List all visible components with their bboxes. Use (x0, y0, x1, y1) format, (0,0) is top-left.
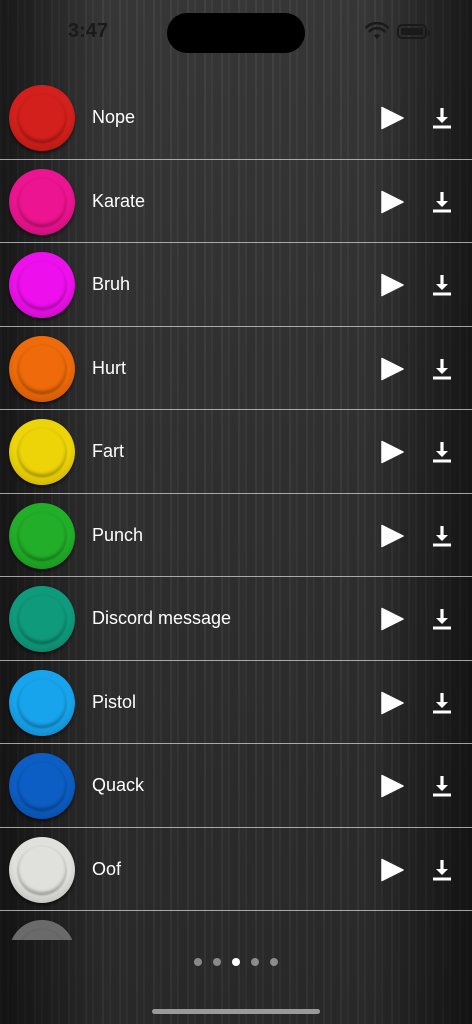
sound-button[interactable] (9, 586, 75, 652)
home-indicator[interactable] (152, 1009, 320, 1014)
play-icon[interactable] (380, 524, 404, 548)
sound-button[interactable] (9, 753, 75, 819)
sound-button-cap (18, 929, 66, 940)
sound-button[interactable] (9, 836, 75, 903)
sound-button[interactable] (9, 168, 75, 235)
sound-name: Karate (92, 190, 146, 211)
page-dot[interactable] (270, 958, 278, 966)
play-icon[interactable] (380, 858, 404, 882)
sound-name: Fart (92, 441, 125, 461)
play-icon[interactable] (380, 440, 404, 464)
sound-button-cap (18, 678, 66, 727)
sound-button-cap (18, 344, 66, 393)
play-icon[interactable] (380, 691, 404, 715)
play-icon[interactable] (380, 106, 404, 130)
play-icon[interactable] (380, 190, 404, 214)
sound-button[interactable] (9, 85, 75, 151)
sound-row[interactable]: Punch (0, 494, 472, 577)
page-dot[interactable] (194, 958, 202, 966)
download-icon[interactable] (430, 440, 454, 464)
play-icon[interactable] (380, 774, 404, 798)
sound-button-cap (18, 762, 66, 810)
sound-button-cap (18, 595, 66, 643)
page-dot-active[interactable] (232, 958, 240, 966)
sound-button[interactable] (9, 419, 75, 485)
download-icon[interactable] (430, 774, 454, 798)
sound-button-cap (18, 94, 66, 142)
sound-name: Punch (92, 524, 144, 545)
sound-name: Oof (92, 858, 122, 879)
sound-row[interactable]: Fart (0, 410, 472, 494)
sound-row-partial[interactable] (0, 911, 472, 940)
status-time: 3:47 (68, 20, 109, 42)
sound-name: Discord message (92, 608, 232, 628)
sound-row[interactable]: Oof (0, 828, 472, 911)
download-icon[interactable] (430, 858, 454, 882)
download-icon[interactable] (430, 607, 454, 631)
sound-name: Pistol (92, 691, 137, 712)
sound-list[interactable]: Nope Karate Bruh Hurt Fart Punch Discord messa… (0, 76, 472, 940)
page-control[interactable] (0, 958, 472, 970)
sound-name: Nope (92, 107, 136, 127)
play-icon[interactable] (380, 273, 404, 297)
sound-row[interactable]: Karate (0, 160, 472, 243)
sound-name: Bruh (92, 274, 131, 294)
sound-row[interactable]: Pistol (0, 661, 472, 744)
sound-row[interactable]: Quack (0, 744, 472, 828)
play-icon[interactable] (380, 357, 404, 381)
play-icon[interactable] (380, 607, 404, 631)
sound-button-cap (18, 428, 66, 476)
download-icon[interactable] (430, 524, 454, 548)
download-icon[interactable] (430, 691, 454, 715)
sound-row[interactable]: Bruh (0, 243, 472, 327)
sound-name: Hurt (92, 357, 127, 378)
wifi-icon (365, 22, 389, 39)
sound-button[interactable] (9, 669, 75, 736)
sound-row[interactable]: Nope (0, 76, 472, 160)
status-bar: 3:47 (0, 0, 472, 64)
page-dot[interactable] (213, 958, 221, 966)
sound-button[interactable] (9, 502, 75, 569)
sound-button-cap (18, 177, 66, 226)
sound-name: Quack (92, 775, 145, 795)
dynamic-island (167, 13, 305, 53)
sound-row[interactable]: Discord message (0, 577, 472, 661)
sound-button-cap (18, 511, 66, 560)
sound-button[interactable] (9, 252, 75, 318)
battery-icon (397, 24, 430, 39)
page-dot[interactable] (251, 958, 259, 966)
sound-button[interactable] (9, 335, 75, 402)
download-icon[interactable] (430, 357, 454, 381)
sound-button-cap (18, 261, 66, 309)
sound-button-cap (18, 845, 66, 894)
download-icon[interactable] (430, 273, 454, 297)
sound-row[interactable]: Hurt (0, 327, 472, 410)
download-icon[interactable] (430, 106, 454, 130)
download-icon[interactable] (430, 190, 454, 214)
sound-button[interactable] (9, 920, 75, 940)
